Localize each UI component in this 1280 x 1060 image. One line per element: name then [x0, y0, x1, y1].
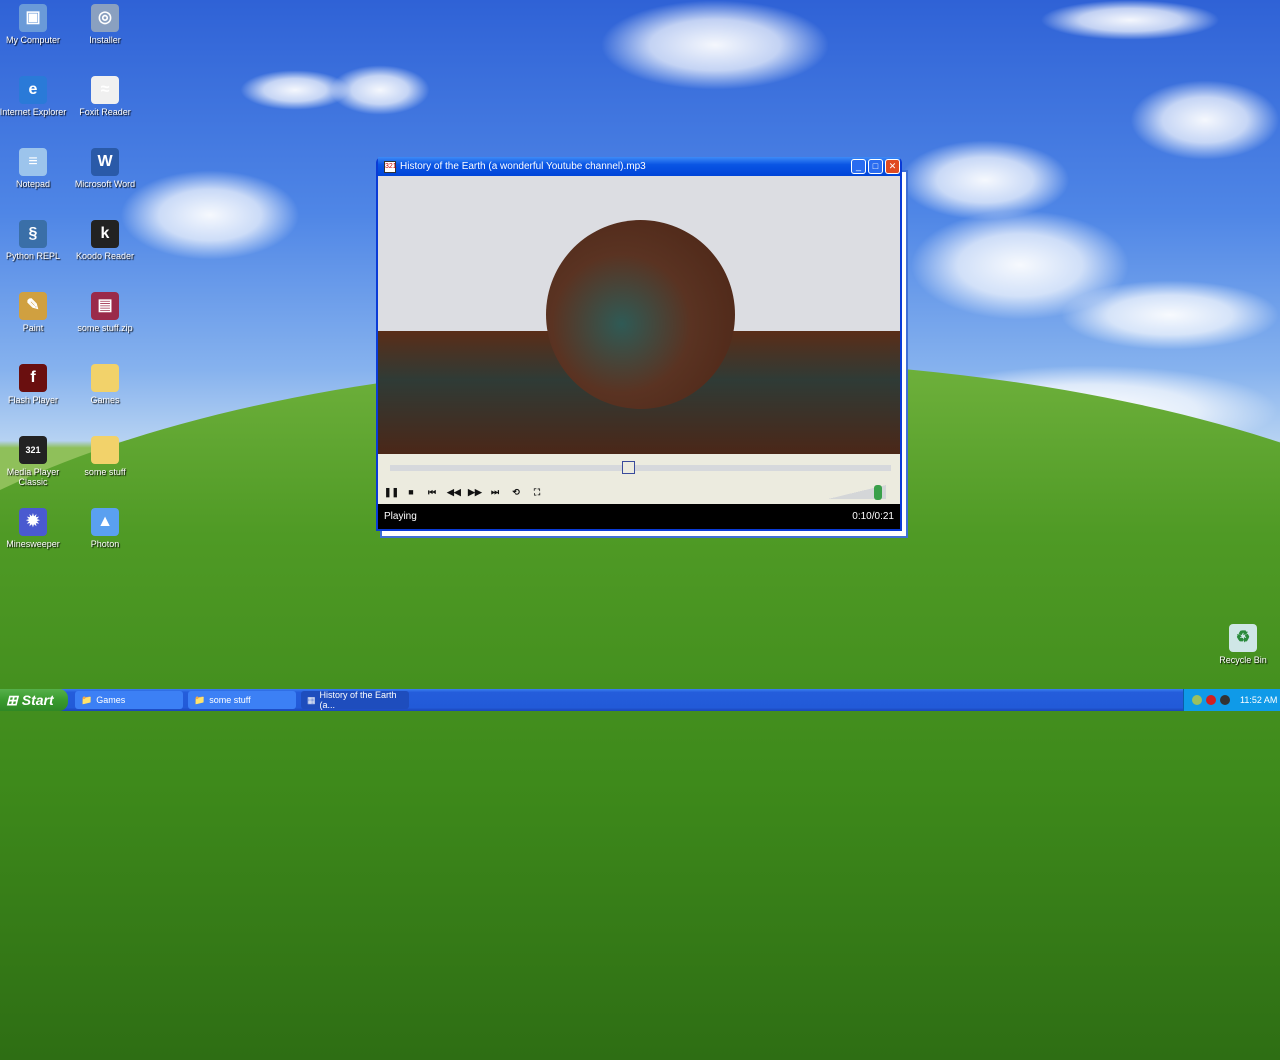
maximize-button[interactable]: □	[868, 159, 883, 174]
desktop-icon[interactable]: ▤ some stuff.zip	[69, 292, 141, 333]
folder-icon	[91, 436, 119, 464]
mpc-icon: 321	[384, 160, 397, 173]
taskbar: ⊞ Start 📁 Games 📁 some stuff ▦ History of th…	[0, 689, 1280, 711]
system-tray: 11:52 AM	[1183, 689, 1280, 711]
desktop-icon-label: Minesweeper	[6, 539, 60, 549]
paint-icon: ✎	[19, 292, 47, 320]
desktop-icon-label: Photon	[90, 539, 120, 549]
playback-status: Playing	[384, 511, 417, 522]
desktop-icon[interactable]: Games	[69, 364, 141, 405]
rewind-button[interactable]: ◀◀	[447, 487, 461, 498]
volume-knob[interactable]	[874, 485, 882, 500]
desktop-icon-label: Microsoft Word	[74, 179, 136, 189]
desktop-icon-label: Flash Player	[7, 395, 59, 405]
seek-knob[interactable]	[622, 461, 636, 474]
minesweeper-icon: ✹	[19, 508, 47, 536]
desktop-icon[interactable]: k Koodo Reader	[69, 220, 141, 261]
desktop-icon[interactable]: ▲ Photon	[69, 508, 141, 549]
photon-icon: ▲	[91, 508, 119, 536]
repeat-button[interactable]: ⟲	[510, 487, 522, 498]
title-bar[interactable]: 321 History of the Earth (a wonderful Yo…	[378, 157, 900, 176]
winrar-icon: ▤	[91, 292, 119, 320]
mpc-icon: 321	[19, 436, 47, 464]
close-button[interactable]: ✕	[885, 159, 900, 174]
pause-button[interactable]: ❚❚	[384, 487, 399, 498]
desktop-icon[interactable]: ✹ Minesweeper	[0, 508, 69, 549]
folder-icon: 📁	[81, 694, 93, 705]
desktop-icon[interactable]: some stuff	[69, 436, 141, 477]
python-icon: §	[19, 220, 47, 248]
status-bar: Playing 0:10/0:21	[378, 504, 900, 529]
desktop-icon-label: Foxit Reader	[79, 107, 131, 117]
seek-bar[interactable]	[390, 465, 891, 471]
folder-icon	[91, 364, 119, 392]
playback-time: 0:10/0:21	[852, 511, 894, 522]
notepad-icon: ≡	[19, 148, 47, 176]
desktop-icon-label: Games	[90, 395, 120, 405]
desktop-icon[interactable]: ✎ Paint	[0, 292, 69, 333]
ie-icon: e	[19, 76, 47, 104]
task-games[interactable]: 📁 Games	[75, 691, 183, 709]
foxit-icon: ≈	[91, 76, 119, 104]
mpc-icon: ▦	[307, 694, 316, 705]
desktop-icon[interactable]: ≈ Foxit Reader	[69, 76, 141, 117]
desktop-icon[interactable]: ≡ Notepad	[0, 148, 69, 189]
network-icon[interactable]	[1192, 695, 1202, 705]
next-button[interactable]: ⏭	[489, 487, 501, 498]
start-button[interactable]: ⊞ Start	[0, 689, 68, 711]
desktop-icon-label: Media Player Classic	[6, 467, 60, 487]
clock[interactable]: 11:52 AM	[1240, 695, 1277, 705]
desktop-icon[interactable]: f Flash Player	[0, 364, 69, 405]
desktop-icon-label: some stuff.zip	[77, 323, 133, 333]
desktop-icon-label: My Computer	[5, 35, 60, 45]
folder-icon: 📁	[194, 694, 206, 705]
stop-button[interactable]: ■	[405, 487, 417, 498]
desktop-icon[interactable]: 321 Media Player Classic	[0, 436, 69, 487]
koodo-icon: k	[91, 220, 119, 248]
previous-button[interactable]: ⏮	[426, 487, 438, 498]
fullscreen-button[interactable]: ⛶	[531, 487, 543, 498]
desktop-icon[interactable]: W Microsoft Word	[69, 148, 141, 189]
security-alert-icon[interactable]	[1206, 695, 1216, 705]
desktop-icon-label: Koodo Reader	[75, 251, 135, 261]
desktop-icon-label: Installer	[89, 35, 121, 45]
speaker-icon[interactable]	[1220, 695, 1230, 705]
desktop-icon[interactable]: ▣ My Computer	[0, 4, 69, 45]
desktop-icon-label: Internet Explorer	[0, 107, 67, 117]
window-title: History of the Earth (a wonderful Youtub…	[400, 161, 646, 172]
desktop-icon[interactable]: ◎ Installer	[69, 4, 141, 45]
task-some-stuff[interactable]: 📁 some stuff	[188, 691, 296, 709]
desktop-icon-recycle-bin[interactable]: ♻ Recycle Bin	[1207, 624, 1279, 665]
desktop-icon-label: Python REPL	[5, 251, 61, 261]
desktop-icon-label: Notepad	[15, 179, 51, 189]
windows-logo-icon: ⊞	[6, 691, 18, 708]
minimize-button[interactable]: _	[851, 159, 866, 174]
controls-panel: ❚❚ ■ ⏮ ◀◀ ▶▶ ⏭ ⟲ ⛶	[378, 454, 900, 504]
recycle-bin-icon: ♻	[1229, 624, 1257, 652]
desktop-icon[interactable]: § Python REPL	[0, 220, 69, 261]
desktop-icon-label: Paint	[22, 323, 44, 333]
flash-icon: f	[19, 364, 47, 392]
desktop-icon[interactable]: e Internet Explorer	[0, 76, 69, 117]
task-media-player[interactable]: ▦ History of the Earth (a...	[301, 690, 409, 710]
computer-icon: ▣	[19, 4, 47, 32]
media-player-window[interactable]: 321 History of the Earth (a wonderful Yo…	[376, 157, 902, 531]
word-icon: W	[91, 148, 119, 176]
video-sphere	[546, 220, 735, 409]
desktop-icon-label: some stuff	[84, 467, 126, 477]
fast-forward-button[interactable]: ▶▶	[468, 487, 482, 498]
video-area[interactable]	[378, 176, 900, 454]
installer-icon: ◎	[91, 4, 119, 32]
